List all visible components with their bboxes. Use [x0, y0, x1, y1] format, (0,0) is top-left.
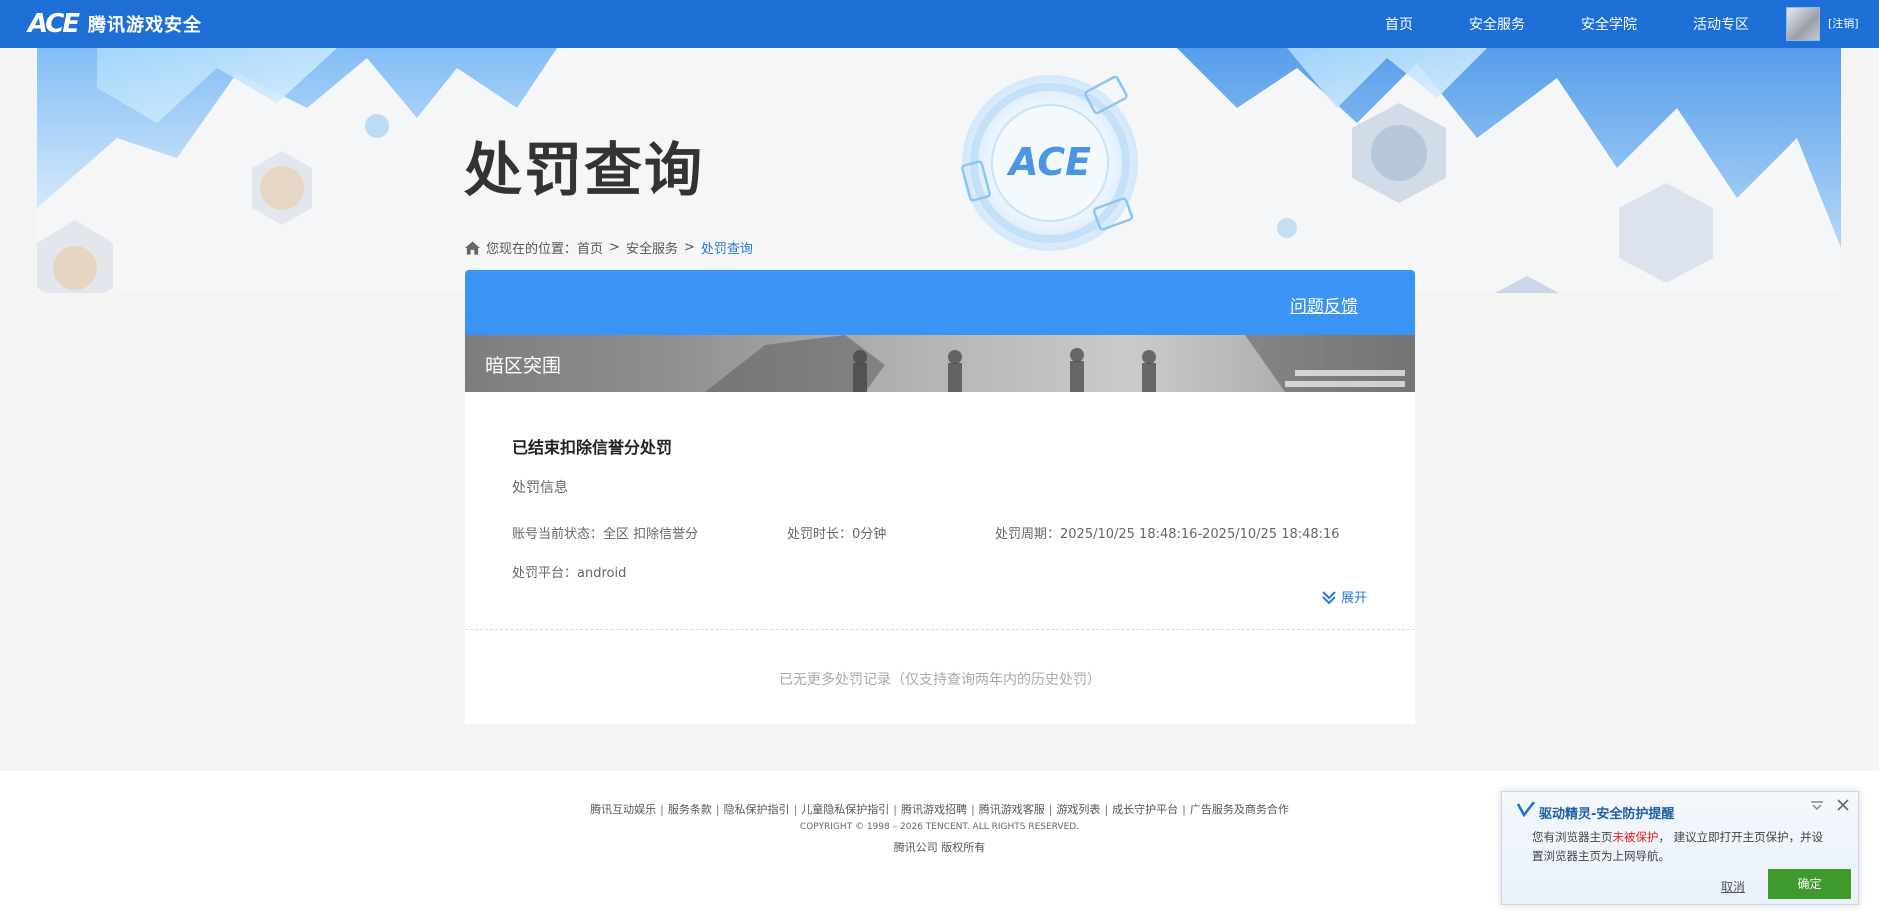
footer-separator: | [893, 803, 897, 816]
footer-separator: | [715, 803, 720, 816]
footer-separator: | [793, 803, 798, 816]
popup-ok-button[interactable]: 确定 [1768, 869, 1851, 899]
minimize-icon[interactable] [1810, 800, 1824, 812]
footer-link[interactable]: 儿童隐私保护指引 [801, 803, 889, 816]
footer-separator: | [660, 803, 664, 816]
popup-cancel-button[interactable]: 取消 [1721, 878, 1745, 895]
ace-emblem-icon: ACE [961, 75, 1138, 251]
footer-link[interactable]: 腾讯游戏招聘 [901, 803, 967, 816]
footer-link[interactable]: 腾讯游戏客服 [979, 803, 1045, 816]
close-icon[interactable] [1835, 797, 1851, 813]
banner-background [37, 48, 1841, 293]
nav-item-security-academy[interactable]: 安全学院 [1581, 14, 1637, 34]
footer-separator: | [1104, 803, 1109, 816]
punishment-record: 已结束扣除信誉分处罚 处罚信息 账号当前状态：全区 扣除信誉分 处罚时长：0分钟… [465, 392, 1415, 724]
footer-link[interactable]: 隐私保护指引 [724, 803, 790, 816]
popup-title: 驱动精灵-安全防护提醒 [1539, 807, 1675, 822]
account-status: 账号当前状态：全区 扣除信誉分 [512, 527, 699, 542]
breadcrumb-security-service[interactable]: 安全服务 [626, 238, 678, 257]
game-banner-art [465, 335, 1415, 392]
section-label: 处罚信息 [512, 480, 568, 496]
game-banner-strip: 暗区突围 [465, 335, 1415, 392]
card-header: 问题反馈 [465, 270, 1415, 335]
breadcrumb-separator: > [683, 240, 695, 255]
footer-separator: | [1182, 803, 1186, 816]
home-icon [465, 240, 480, 255]
game-name: 暗区突围 [485, 355, 562, 377]
footer-link[interactable]: 服务条款 [668, 803, 712, 816]
record-title: 已结束扣除信誉分处罚 [512, 438, 673, 457]
double-chevron-down-icon [1322, 590, 1336, 604]
logo[interactable]: ACE 腾讯游戏安全 [22, 9, 202, 39]
breadcrumb-separator: > [609, 240, 620, 255]
popup-message-text: 您有浏览器主页 [1532, 830, 1613, 844]
no-more-records: 已无更多处罚记录（仅支持查询两年内的历史处罚） [779, 672, 1101, 688]
main-nav: 首页 安全服务 安全学院 活动专区 [1329, 0, 1749, 48]
breadcrumb-prefix: 您现在的位置： [486, 242, 578, 257]
popup-logo-icon [1517, 801, 1535, 817]
ace-logo-mark: ACE [27, 9, 80, 39]
expand-button[interactable]: 展开 [1321, 587, 1367, 606]
logout-link[interactable]: [注销] [1828, 0, 1859, 48]
breadcrumb-current: 处罚查询 [700, 242, 753, 257]
nav-item-home[interactable]: 首页 [1385, 14, 1413, 34]
footer-separator: | [1048, 803, 1053, 816]
logo-text: 腾讯游戏安全 [88, 15, 202, 36]
punishment-duration: 处罚时长：0分钟 [787, 527, 887, 542]
breadcrumb-home[interactable]: 首页 [577, 238, 603, 257]
svg-text:ACE: ACE [1006, 140, 1091, 184]
nav-item-security-service[interactable]: 安全服务 [1469, 14, 1525, 34]
feedback-link[interactable]: 问题反馈 [1290, 292, 1358, 317]
punishment-period: 处罚周期：2025/10/25 18:48:16-2025/10/25 18:4… [995, 527, 1340, 542]
punishment-platform: 处罚平台：android [512, 566, 627, 581]
divider [465, 629, 1415, 630]
expand-label: 展开 [1340, 591, 1367, 606]
footer-link[interactable]: 腾讯互动娱乐 [590, 803, 656, 816]
security-popup: 驱动精灵-安全防护提醒 您有浏览器主页未被保护， 建议立即打开主页保护，并设置浏… [1501, 791, 1859, 905]
top-nav-bar: ACE 腾讯游戏安全 首页 安全服务 安全学院 活动专区 [注销] [0, 0, 1879, 48]
footer-link[interactable]: 成长守护平台 [1112, 803, 1178, 816]
footer-link[interactable]: 广告服务及商务合作 [1190, 803, 1289, 816]
banner-decoration [37, 48, 1841, 293]
footer-link[interactable]: 游戏列表 [1056, 803, 1100, 816]
footer-separator: | [971, 803, 975, 816]
avatar[interactable] [1786, 7, 1820, 41]
nav-item-events[interactable]: 活动专区 [1693, 14, 1749, 34]
popup-warning-text: 未被保护 [1612, 830, 1659, 844]
popup-message: 您有浏览器主页未被保护， 建议立即打开主页保护，并设置浏览器主页为上网导航。 [1532, 828, 1832, 866]
breadcrumb: 您现在的位置： 首页 > 安全服务 > 处罚查询 [465, 238, 753, 257]
page-title: 处罚查询 [464, 136, 705, 204]
